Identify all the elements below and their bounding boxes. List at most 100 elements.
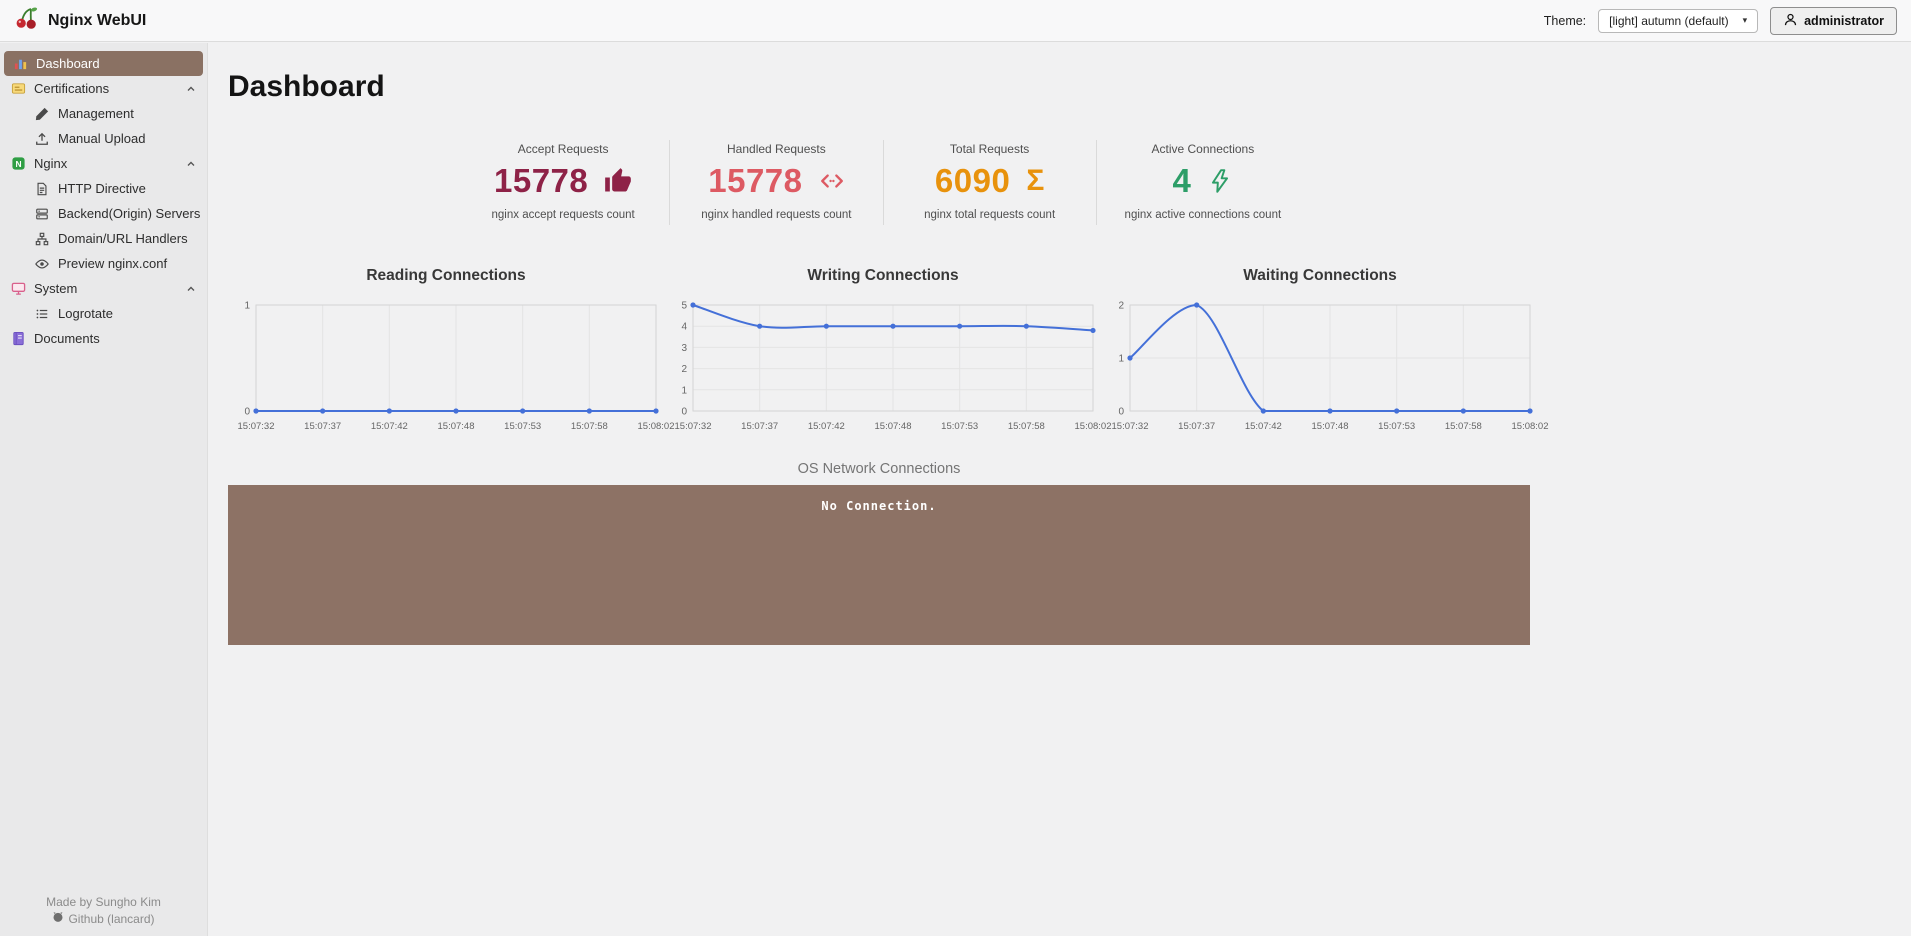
user-name: administrator (1804, 13, 1884, 28)
theme-label: Theme: (1543, 13, 1587, 28)
nginx-icon: N (10, 156, 26, 172)
sitemap-icon (34, 231, 50, 247)
user-button[interactable]: administrator (1770, 6, 1897, 35)
chevron-up-icon (185, 283, 197, 295)
eye-icon (34, 256, 50, 272)
stat-handled-requests: Handled Requests 15778 nginx handled req… (669, 140, 882, 225)
sidebar-item-label: Dashboard (36, 56, 100, 71)
svg-text:15:07:53: 15:07:53 (941, 421, 978, 432)
svg-text:15:07:48: 15:07:48 (438, 421, 475, 432)
header-right: Theme: [light] autumn (default) ▾ admini… (1543, 6, 1897, 35)
svg-text:15:07:32: 15:07:32 (675, 421, 712, 432)
theme-select-value: [light] autumn (default) (1609, 13, 1729, 28)
sidebar-item-label: Documents (34, 331, 100, 346)
sidebar-item-label: HTTP Directive (58, 181, 146, 196)
stat-value: 6090 (934, 162, 1011, 199)
no-connection-text: No Connection. (821, 499, 937, 513)
sidebar-item-documents[interactable]: Documents (0, 326, 207, 351)
sidebar-item-logrotate[interactable]: Logrotate (0, 301, 207, 326)
svg-text:15:07:37: 15:07:37 (1178, 421, 1215, 432)
sidebar-item-label: System (34, 281, 78, 296)
writing-connections-chart: 0 1 2 3 4 5 15:07:32 15:07:37 15:07:42 15:07:48 15… (675, 301, 1112, 433)
reading-connections-chart: 0 1 15:07:32 15:07:37 15:07:42 15:07:48 15:07:… (238, 301, 675, 433)
sidebar-item-management[interactable]: Management (0, 101, 207, 126)
stat-value: 15778 (493, 162, 589, 199)
svg-text:0: 0 (681, 407, 687, 418)
stat-label: Total Requests (949, 142, 1030, 156)
sidebar-item-label: Backend(Origin) Servers (58, 206, 201, 221)
sidebar-item-label: Management (58, 106, 134, 121)
svg-text:2: 2 (1118, 301, 1124, 312)
svg-text:15:07:58: 15:07:58 (571, 421, 608, 432)
sidebar-item-label: Certifications (34, 81, 110, 96)
chart-title: Reading Connections (366, 267, 526, 284)
theme-select[interactable]: [light] autumn (default) ▾ (1598, 8, 1759, 33)
stat-total-requests: Total Requests 6090 Σ nginx total reques… (882, 140, 1096, 225)
sidebar-item-manual-upload[interactable]: Manual Upload (0, 126, 207, 151)
chart-title: Waiting Connections (1243, 267, 1397, 284)
sidebar-item-preview-nginx-conf[interactable]: Preview nginx.conf (0, 251, 207, 276)
svg-text:15:07:32: 15:07:32 (1112, 421, 1149, 432)
svg-text:15:07:37: 15:07:37 (741, 421, 778, 432)
svg-text:15:07:37: 15:07:37 (304, 421, 341, 432)
stat-value: 4 (1172, 162, 1192, 199)
svg-text:15:07:58: 15:07:58 (1008, 421, 1045, 432)
svg-text:1: 1 (1118, 354, 1124, 365)
stats-row: Accept Requests 15778 nginx accept reque… (457, 140, 1309, 225)
sidebar-item-dashboard[interactable]: Dashboard (4, 51, 203, 76)
svg-text:0: 0 (244, 407, 250, 418)
svg-text:15:07:32: 15:07:32 (238, 421, 275, 432)
svg-text:3: 3 (681, 343, 687, 354)
sidebar-footer: Made by Sungho Kim Github (lancard) (0, 894, 207, 928)
os-network-connections-title: OS Network Connections (797, 461, 961, 477)
stat-label: Accept Requests (517, 142, 609, 156)
user-icon (1783, 12, 1798, 30)
sigma-icon: Σ (1026, 164, 1045, 197)
svg-text:15:07:42: 15:07:42 (808, 421, 845, 432)
waiting-connections-chart-block: Waiting Connections 0 1 2 15:07:32 15:07:37 1… (1102, 267, 1549, 437)
sidebar-item-nginx[interactable]: N Nginx (0, 151, 207, 176)
app-title: Nginx WebUI (48, 11, 147, 29)
svg-text:5: 5 (681, 301, 687, 312)
svg-text:2: 2 (681, 364, 687, 375)
sidebar-item-domain-url-handlers[interactable]: Domain/URL Handlers (0, 226, 207, 251)
sidebar-item-certifications[interactable]: Certifications (0, 76, 207, 101)
os-network-connections-panel: No Connection. (228, 485, 1530, 645)
sidebar-item-system[interactable]: System (0, 276, 207, 301)
brand: Nginx WebUI (14, 5, 146, 36)
svg-text:15:07:58: 15:07:58 (1445, 421, 1482, 432)
book-icon (10, 331, 26, 347)
sidebar-item-label: Domain/URL Handlers (58, 231, 188, 246)
svg-text:15:07:53: 15:07:53 (1378, 421, 1415, 432)
svg-text:0: 0 (1118, 407, 1124, 418)
sidebar: Dashboard Certifications Management Manu… (0, 43, 208, 936)
app-logo-cherry-icon (14, 5, 40, 36)
sidebar-item-http-directive[interactable]: HTTP Directive (0, 176, 207, 201)
writing-connections-chart-block: Writing Connections 0 1 2 3 4 5 15:07:32 15:07:… (665, 267, 1112, 437)
stat-label: Handled Requests (727, 142, 826, 156)
thumbs-up-icon (604, 167, 632, 195)
certifications-icon (10, 81, 26, 97)
reading-connections-chart-block: Reading Connections 0 1 15:07:32 15:07:37 15… (228, 267, 675, 437)
charts-row: Reading Connections 0 1 15:07:32 15:07:37 15… (228, 267, 1549, 437)
sidebar-item-label: Manual Upload (58, 131, 146, 146)
sidebar-item-backend-servers[interactable]: Backend(Origin) Servers (0, 201, 207, 226)
made-by-text: Made by Sungho Kim (46, 895, 161, 909)
file-icon (34, 181, 50, 197)
stat-caption: nginx total requests count (924, 209, 1056, 221)
page: Nginx WebUI Theme: [light] autumn (defau… (0, 0, 1911, 936)
github-icon (52, 911, 64, 928)
stat-value: 15778 (708, 162, 803, 199)
waiting-connections-chart: 0 1 2 15:07:32 15:07:37 15:07:42 15:07:48 15:07… (1112, 301, 1549, 433)
stat-caption: nginx accept requests count (491, 209, 635, 221)
github-link[interactable]: Github (lancard) (68, 911, 154, 928)
dashboard-icon (12, 56, 28, 72)
lightning-bolt-icon (1207, 168, 1233, 194)
stat-accept-requests: Accept Requests 15778 nginx accept reque… (457, 140, 669, 225)
stat-label: Active Connections (1151, 142, 1255, 156)
page-title: Dashboard (228, 70, 385, 103)
header: Nginx WebUI Theme: [light] autumn (defau… (0, 0, 1911, 42)
stat-caption: nginx active connections count (1124, 209, 1282, 221)
svg-text:15:07:42: 15:07:42 (1245, 421, 1282, 432)
chevron-up-icon (185, 158, 197, 170)
